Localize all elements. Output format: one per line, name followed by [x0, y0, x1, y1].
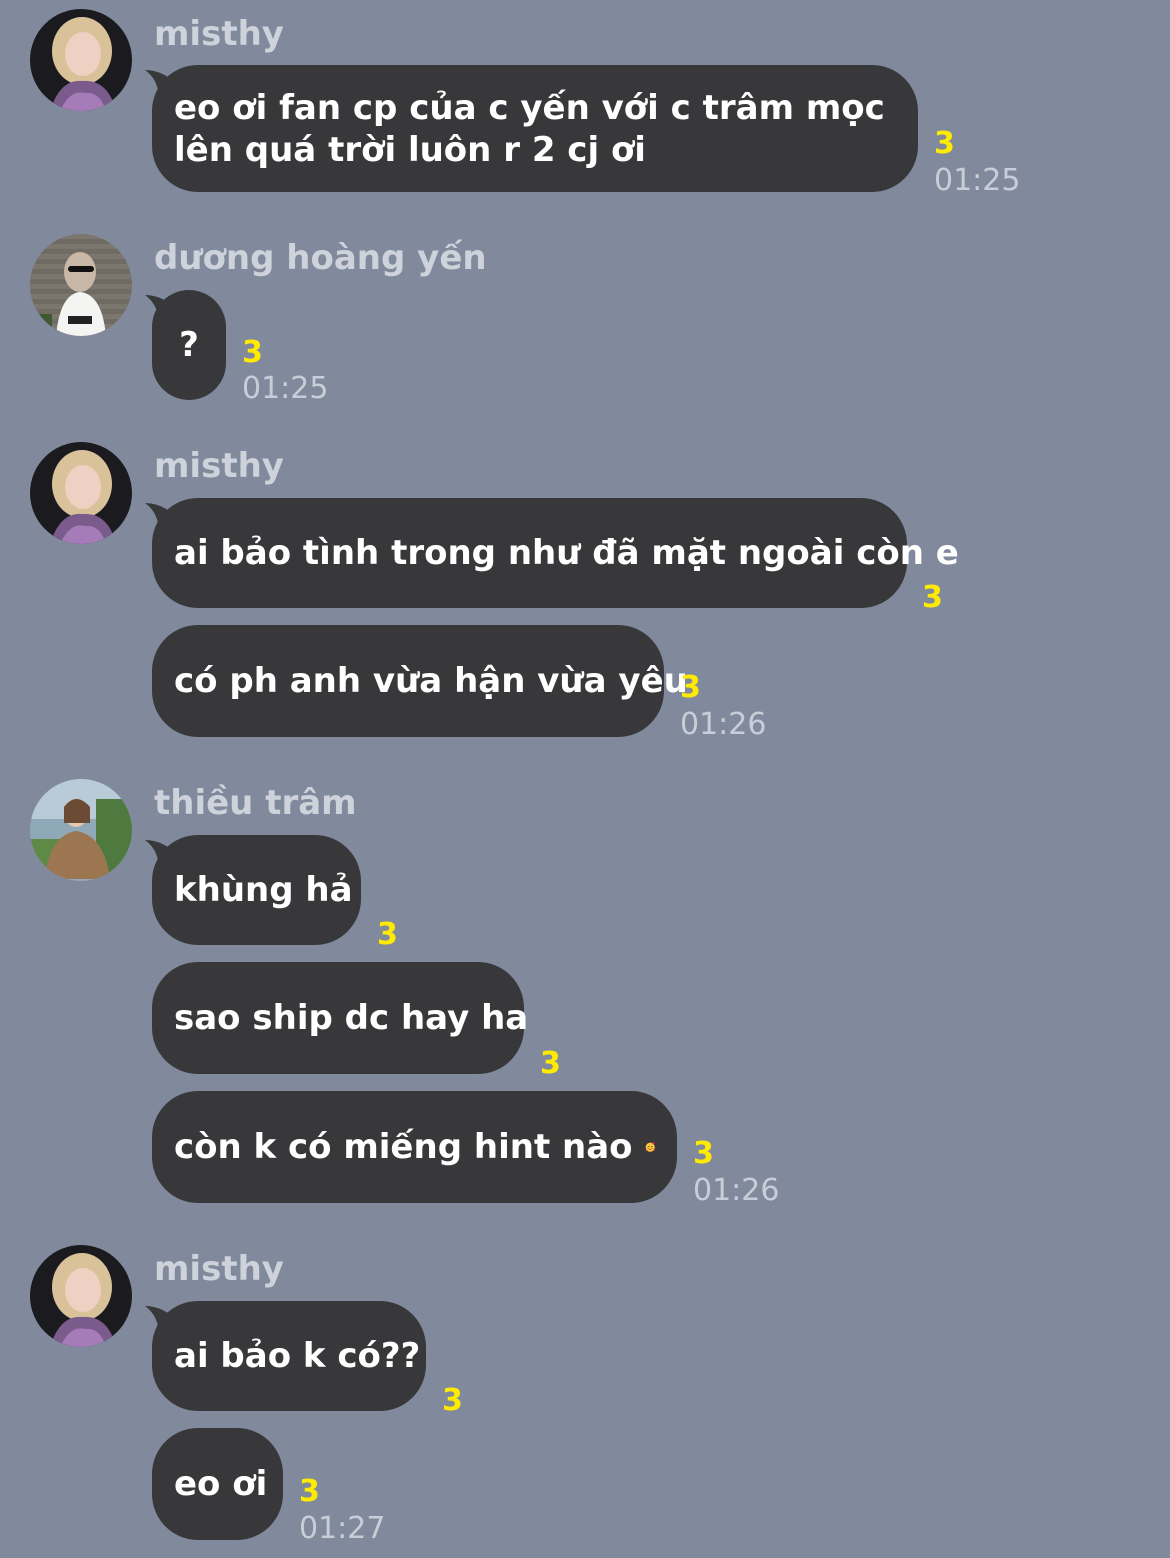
sender-name: misthy — [154, 446, 284, 486]
message-text: có ph anh vừa hận vừa yêu — [174, 661, 688, 701]
read-count: 3 — [377, 917, 398, 952]
message-time: 01:27 — [299, 1511, 386, 1546]
avatar-thieu-tram[interactable] — [30, 779, 132, 881]
read-count: 3 — [922, 580, 943, 615]
message-time: 01:26 — [693, 1173, 780, 1208]
read-count: 3 — [680, 670, 701, 705]
message-text: eo ơi fan cp của c yến với c trâm mọc lê… — [174, 87, 885, 170]
avatar-misthy[interactable] — [30, 1245, 132, 1347]
message-time: 01:26 — [680, 707, 767, 742]
read-count: 3 — [540, 1046, 561, 1081]
message-bubble[interactable]: còn k có miếng hint nào — [152, 1091, 677, 1203]
read-count: 3 — [693, 1136, 714, 1171]
message-text: ai bảo k có?? — [174, 1336, 421, 1376]
sender-name: dương hoàng yến — [154, 238, 487, 278]
message-time: 01:25 — [242, 371, 329, 406]
message-text: còn k có miếng hint nào — [174, 1127, 633, 1167]
message-bubble[interactable]: ai bảo tình trong như đã mặt ngoài còn e — [152, 498, 959, 608]
sender-name: misthy — [154, 14, 284, 54]
sender-name: thiều trâm — [154, 783, 357, 823]
message-text: ai bảo tình trong như đã mặt ngoài còn e — [174, 533, 959, 573]
message-bubble[interactable]: ? — [152, 290, 226, 400]
message-bubble[interactable]: có ph anh vừa hận vừa yêu — [152, 625, 688, 737]
message-text: sao ship dc hay ha — [174, 998, 529, 1038]
avatar-misthy[interactable] — [30, 442, 132, 544]
avatar-duong-hoang-yen[interactable] — [30, 234, 132, 336]
message-text: eo ơi — [174, 1464, 268, 1504]
message-time: 01:25 — [934, 163, 1021, 198]
avatar-misthy[interactable] — [30, 9, 132, 111]
message-bubble[interactable]: eo ơi — [152, 1428, 283, 1540]
message-bubble[interactable]: sao ship dc hay ha — [152, 962, 528, 1074]
sender-name: misthy — [154, 1249, 284, 1289]
read-count: 3 — [934, 126, 955, 161]
smiling-face-with-hearts-icon — [645, 1142, 655, 1152]
read-count: 3 — [299, 1474, 320, 1509]
message-bubble[interactable]: khùng hả — [152, 835, 361, 945]
message-bubble[interactable]: eo ơi fan cp của c yến với c trâm mọc lê… — [152, 65, 918, 192]
message-bubble[interactable]: ai bảo k có?? — [152, 1301, 426, 1411]
message-text: khùng hả — [174, 870, 353, 910]
message-text: ? — [179, 325, 199, 365]
read-count: 3 — [442, 1383, 463, 1418]
read-count: 3 — [242, 335, 263, 370]
